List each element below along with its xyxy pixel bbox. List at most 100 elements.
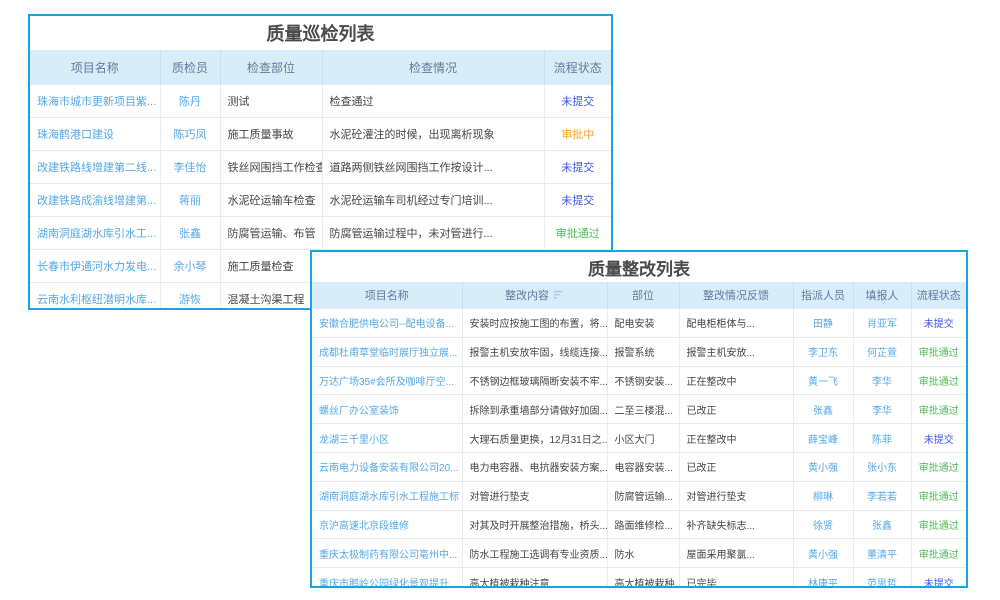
cell-content: 对其及时开展整治措施，桥头...	[462, 510, 607, 539]
project-link[interactable]: 重庆太极制药有限公司亳州中...	[319, 550, 457, 561]
inspector-link[interactable]: 李佳怡	[174, 162, 207, 174]
cell-project[interactable]: 螺丝厂办公室装饰	[312, 395, 462, 424]
cell-assignee[interactable]: 柳琳	[793, 481, 853, 510]
cell-project[interactable]: 重庆市鹅岭公园绿化景观提升...	[312, 568, 462, 588]
project-link[interactable]: 云南水利枢纽潜明水库...	[37, 294, 156, 306]
cell-reporter[interactable]: 李华	[853, 395, 911, 424]
assignee-link[interactable]: 林康平	[808, 579, 838, 588]
cell-project[interactable]: 安徽合肥供电公司--配电设备...	[312, 309, 462, 338]
cell-project[interactable]: 云南水利枢纽潜明水库...	[30, 283, 160, 311]
assignee-link[interactable]: 田静	[813, 319, 833, 330]
project-link[interactable]: 改建铁路成渝线增建第...	[37, 195, 156, 207]
project-link[interactable]: 湖南洞庭湖水库引水工程施工标	[319, 492, 459, 503]
project-link[interactable]: 珠海市城市更新项目紫...	[37, 96, 156, 108]
part-value: 水泥砼运输车检查	[228, 195, 316, 207]
cell-project[interactable]: 云南电力设备安装有限公司20...	[312, 452, 462, 481]
assignee-link[interactable]: 徐贤	[813, 521, 833, 532]
cell-reporter[interactable]: 李华	[853, 366, 911, 395]
assignee-link[interactable]: 李卫东	[808, 348, 838, 359]
cell-project[interactable]: 珠海市城市更新项目紫...	[30, 85, 160, 118]
project-link[interactable]: 珠海鹤港口建设	[37, 129, 114, 141]
cell-inspector[interactable]: 张鑫	[160, 217, 220, 250]
cell-assignee[interactable]: 薛宝峰	[793, 424, 853, 453]
project-link[interactable]: 成都杜甫草堂临时展厅独立展...	[319, 348, 457, 359]
cell-project[interactable]: 改建铁路线增建第二线...	[30, 151, 160, 184]
cell-project[interactable]: 龙湖三千里小区	[312, 424, 462, 453]
cell-project[interactable]: 长春市伊通河水力发电...	[30, 250, 160, 283]
sort-icon[interactable]	[553, 289, 564, 303]
inspector-link[interactable]: 余小琴	[174, 261, 207, 273]
cell-reporter[interactable]: 陈菲	[853, 424, 911, 453]
cell-detail: 水泥砼灌注的时候，出现离析现象	[322, 118, 544, 151]
part-value: 铁丝网围挡工作检查	[228, 162, 323, 174]
reporter-link[interactable]: 张鑫	[872, 521, 892, 532]
inspector-link[interactable]: 陈巧凤	[174, 129, 207, 141]
assignee-link[interactable]: 张鑫	[813, 406, 833, 417]
cell-project[interactable]: 成都杜甫草堂临时展厅独立展...	[312, 337, 462, 366]
content-value: 不锈钢边框玻璃隔断安装不牢...	[470, 377, 608, 388]
cell-assignee[interactable]: 黄小强	[793, 539, 853, 568]
reporter-link[interactable]: 李华	[872, 377, 892, 388]
assignee-link[interactable]: 黄一飞	[808, 377, 838, 388]
cell-assignee[interactable]: 黄一飞	[793, 366, 853, 395]
cell-reporter[interactable]: 何芷萱	[853, 337, 911, 366]
cell-project[interactable]: 重庆太极制药有限公司亳州中...	[312, 539, 462, 568]
project-link[interactable]: 万达广场35#会所及咖啡厅空...	[319, 377, 454, 388]
assignee-link[interactable]: 薛宝峰	[808, 435, 838, 446]
cell-project[interactable]: 京沪高速北京段维修	[312, 510, 462, 539]
reporter-link[interactable]: 李若若	[867, 492, 897, 503]
project-link[interactable]: 云南电力设备安装有限公司20...	[319, 463, 458, 474]
reporter-link[interactable]: 肖亚军	[867, 319, 897, 330]
column-header-content[interactable]: 整改内容	[462, 282, 607, 309]
cell-inspector[interactable]: 蒋丽	[160, 184, 220, 217]
cell-assignee[interactable]: 林康平	[793, 568, 853, 588]
cell-feedback: 正在整改中	[679, 366, 793, 395]
cell-inspector[interactable]: 游恢	[160, 283, 220, 311]
project-link[interactable]: 重庆市鹅岭公园绿化景观提升...	[319, 579, 457, 588]
assignee-link[interactable]: 黄小强	[808, 550, 838, 561]
inspector-link[interactable]: 张鑫	[179, 228, 201, 240]
cell-assignee[interactable]: 张鑫	[793, 395, 853, 424]
project-link[interactable]: 安徽合肥供电公司--配电设备...	[319, 319, 454, 330]
table-row: 螺丝厂办公室装饰拆除到承重墙部分请做好加固...二至三楼混...已改正张鑫李华审…	[312, 395, 966, 424]
cell-inspector[interactable]: 陈丹	[160, 85, 220, 118]
cell-project[interactable]: 湖南洞庭湖水库引水工...	[30, 217, 160, 250]
cell-reporter[interactable]: 李若若	[853, 481, 911, 510]
cell-assignee[interactable]: 黄小强	[793, 452, 853, 481]
project-link[interactable]: 螺丝厂办公室装饰	[319, 406, 399, 417]
project-link[interactable]: 龙湖三千里小区	[319, 435, 389, 446]
cell-assignee[interactable]: 李卫东	[793, 337, 853, 366]
project-link[interactable]: 改建铁路线增建第二线...	[37, 162, 156, 174]
cell-project[interactable]: 珠海鹤港口建设	[30, 118, 160, 151]
assignee-link[interactable]: 柳琳	[813, 492, 833, 503]
reporter-link[interactable]: 何芷萱	[867, 348, 897, 359]
cell-reporter[interactable]: 张小东	[853, 452, 911, 481]
reporter-link[interactable]: 陈菲	[872, 435, 892, 446]
inspector-link[interactable]: 蒋丽	[179, 195, 201, 207]
project-link[interactable]: 京沪高速北京段维修	[319, 521, 409, 532]
reporter-link[interactable]: 李华	[872, 406, 892, 417]
cell-project[interactable]: 万达广场35#会所及咖啡厅空...	[312, 366, 462, 395]
inspector-link[interactable]: 陈丹	[179, 96, 201, 108]
detail-value: 道路两侧铁丝网围挡工作按设计...	[330, 162, 493, 174]
cell-part: 施工质量检查	[220, 250, 322, 283]
reporter-link[interactable]: 董清平	[867, 550, 897, 561]
inspector-link[interactable]: 游恢	[179, 294, 201, 306]
cell-assignee[interactable]: 田静	[793, 309, 853, 338]
cell-project[interactable]: 改建铁路成渝线增建第...	[30, 184, 160, 217]
cell-reporter[interactable]: 范思哲	[853, 568, 911, 588]
cell-inspector[interactable]: 余小琴	[160, 250, 220, 283]
project-link[interactable]: 湖南洞庭湖水库引水工...	[37, 228, 156, 240]
project-link[interactable]: 长春市伊通河水力发电...	[37, 261, 156, 273]
feedback-value: 已改正	[687, 463, 717, 474]
cell-reporter[interactable]: 肖亚军	[853, 309, 911, 338]
assignee-link[interactable]: 黄小强	[808, 463, 838, 474]
cell-inspector[interactable]: 陈巧凤	[160, 118, 220, 151]
cell-project[interactable]: 湖南洞庭湖水库引水工程施工标	[312, 481, 462, 510]
reporter-link[interactable]: 范思哲	[867, 579, 897, 588]
cell-reporter[interactable]: 张鑫	[853, 510, 911, 539]
reporter-link[interactable]: 张小东	[867, 463, 897, 474]
cell-assignee[interactable]: 徐贤	[793, 510, 853, 539]
cell-inspector[interactable]: 李佳怡	[160, 151, 220, 184]
cell-reporter[interactable]: 董清平	[853, 539, 911, 568]
